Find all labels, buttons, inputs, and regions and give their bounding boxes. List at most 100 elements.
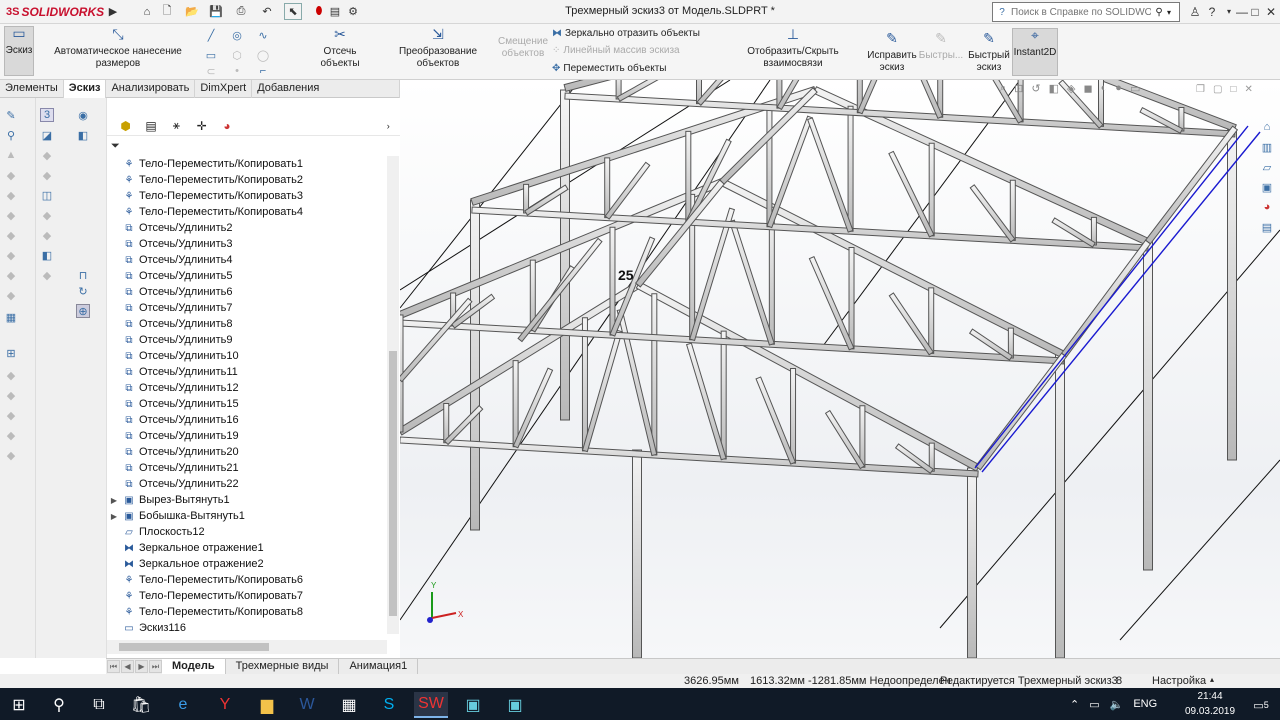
tree-item[interactable]: ⚘ Тело-Переместить/Копировать7 [107, 588, 387, 604]
tab-features[interactable]: Элементы [0, 80, 64, 98]
display-style-icon[interactable]: ◼ [1083, 82, 1092, 95]
mirror-entities-button[interactable]: ⧓ Зеркально отразить объекты [552, 28, 700, 39]
calculator-icon[interactable]: ▦ [332, 692, 366, 718]
tree-item[interactable]: ⧉ Отсечь/Удлинить2 [107, 220, 387, 236]
home-icon[interactable]: ⌂ [138, 3, 156, 20]
tree-item[interactable]: ⚘ Тело-Переместить/Копировать2 [107, 172, 387, 188]
help-search-input[interactable] [1011, 6, 1151, 18]
new-document-icon[interactable]: 🗋 [158, 3, 176, 20]
dim-tool11-icon[interactable]: ◆ [4, 408, 18, 422]
store-icon[interactable]: 🛍 [124, 692, 158, 718]
file-explorer-taskbar-icon[interactable]: ▆ [250, 692, 284, 718]
dim-tool13-icon[interactable]: ◆ [4, 448, 18, 462]
tree-item[interactable]: ⧉ Отсечь/Удлинить3 [107, 236, 387, 252]
plane-tool-icon[interactable]: ◪ [40, 128, 54, 142]
dim-tool6-icon[interactable]: ◆ [4, 248, 18, 262]
viewport-max-icon[interactable]: □ [1230, 84, 1236, 95]
tree-item[interactable]: ⧓ Зеркальное отражение2 [107, 556, 387, 572]
feature-tree-icon[interactable]: ⬢ [113, 117, 138, 135]
viewport-split-icon[interactable]: ▢ [1213, 84, 1222, 95]
view-palette-icon[interactable]: ▣ [1260, 180, 1274, 194]
configuration-manager-icon[interactable]: ⚹ [164, 117, 189, 135]
tree-item[interactable]: ⧉ Отсечь/Удлинить10 [107, 348, 387, 364]
fillet-icon[interactable]: ⌐ [256, 64, 270, 78]
dim-tool9-icon[interactable]: ◆ [4, 368, 18, 382]
dim-tool5-icon[interactable]: ◆ [4, 228, 18, 242]
notifications-icon[interactable]: ▭ 5 [1244, 692, 1278, 718]
tree-item[interactable]: ⚘ Тело-Переместить/Копировать1 [107, 156, 387, 172]
file-properties-icon[interactable]: ▤ [326, 3, 344, 20]
point-icon[interactable]: • [230, 64, 244, 78]
tree-hscroll-thumb[interactable] [119, 643, 269, 651]
tree-item[interactable]: ⚘ Тело-Переместить/Копировать8 [107, 604, 387, 620]
volume-icon[interactable]: 🔈 [1110, 698, 1124, 711]
rebuild-status-icon[interactable]: 8 [1116, 675, 1122, 687]
snap-icon[interactable]: ⊕ [76, 304, 90, 318]
ellipse-icon[interactable]: ◯ [256, 48, 270, 62]
3d-sketch-icon[interactable]: 3 [40, 108, 54, 122]
options-gear-icon[interactable]: ⚙ [344, 3, 362, 20]
tray-expand-icon[interactable]: ⌃ [1070, 698, 1079, 711]
custom-properties-icon[interactable]: ▤ [1260, 220, 1274, 234]
curve-tool-icon[interactable]: ◧ [40, 248, 54, 262]
dim-tool8-icon[interactable]: ◆ [4, 288, 18, 302]
clock[interactable]: 21:44 09.03.2019 [1180, 689, 1240, 719]
dim-tool17-icon[interactable]: ◆ [40, 228, 54, 242]
tab-evaluate[interactable]: Анализировать [106, 80, 196, 98]
tree-item[interactable]: ⧉ Отсечь/Удлинить12 [107, 380, 387, 396]
dimxpert-manager-icon[interactable]: ✛ [189, 117, 214, 135]
tree-item[interactable]: ▶ ▣ Бобышка-Вытянуть1 [107, 508, 387, 524]
search-taskbar-icon[interactable]: ⚲ [42, 692, 76, 718]
word-icon[interactable]: W [290, 692, 324, 718]
grid-tool-icon[interactable]: ⊞ [4, 346, 18, 360]
search-dropdown-icon[interactable]: ▾ [1167, 8, 1177, 17]
property-manager-icon[interactable]: ▤ [138, 117, 163, 135]
zoom-fit-icon[interactable]: ⌕ [1000, 82, 1006, 95]
select-icon[interactable]: ⬉ [284, 3, 302, 20]
task-view-icon[interactable]: ⧉ [82, 692, 116, 718]
save-icon[interactable]: 💾 [207, 3, 225, 20]
windows-start-icon[interactable]: ⊞ [2, 692, 36, 718]
show-hide-relations-button[interactable]: ⊥ Отобразить/Скрыть взаимосвязи [720, 27, 866, 70]
solidworks-resources-icon[interactable]: ⌂ [1260, 120, 1274, 134]
close-button[interactable]: ✕ [1262, 3, 1280, 20]
dim-tool7-icon[interactable]: ◆ [4, 268, 18, 282]
next-tab-icon[interactable]: ▶ [135, 660, 148, 673]
line-icon[interactable]: ╱ [204, 28, 218, 42]
trim-entities-button[interactable]: ✂ Отсечь объекты [304, 27, 376, 70]
tree-vertical-scrollbar[interactable] [387, 156, 399, 634]
prev-tab-icon[interactable]: ◀ [121, 660, 134, 673]
last-tab-icon[interactable]: ⏭ [149, 660, 162, 673]
dim-tool15-icon[interactable]: ◆ [40, 168, 54, 182]
dim-tool14-icon[interactable]: ◆ [40, 148, 54, 162]
skype-icon[interactable]: S [372, 692, 406, 718]
intersect-icon[interactable]: ⊓ [76, 268, 90, 282]
language-indicator[interactable]: ENG [1133, 698, 1157, 710]
units-dropdown-icon[interactable]: ▴ [1210, 675, 1214, 684]
rectangle-icon[interactable]: ▭ [204, 48, 218, 62]
sketch-button[interactable]: ▭ Эскиз [4, 26, 34, 76]
tree-item[interactable]: ⧉ Отсечь/Удлинить7 [107, 300, 387, 316]
auto-dimension-button[interactable]: ⤡ Автоматическое нанесение размеров [38, 27, 198, 70]
tab-animation[interactable]: Анимация1 [339, 658, 419, 675]
help-search-box[interactable]: ? ⚲ ▾ [992, 2, 1180, 22]
filter-icon[interactable]: ⏷ [111, 140, 120, 153]
tree-item[interactable]: ▶ ▣ Вырез-Вытянуть1 [107, 492, 387, 508]
dim-tool16-icon[interactable]: ◆ [40, 208, 54, 222]
tree-item[interactable]: ⧉ Отсечь/Удлинить15 [107, 396, 387, 412]
tree-vscroll-thumb[interactable] [389, 351, 397, 616]
tab-dimxpert[interactable]: DimXpert [195, 80, 253, 98]
expand-menu-icon[interactable]: ▶ [104, 3, 122, 20]
move-entities-button[interactable]: ✥ Переместить объекты [552, 63, 666, 74]
view-orientation-hud-icon[interactable]: ◈ [1067, 82, 1075, 95]
rapid-sketch-disabled-button[interactable]: ✎ Быстры... [919, 31, 963, 62]
graphics-viewport[interactable]: 25 Y X ⌕ ⊡ ↺ ◧ ◈ ◼ ◐ ● ▭ ❐ ▢ □ ✕ [400, 80, 1280, 658]
dim-tool4-icon[interactable]: ◆ [4, 208, 18, 222]
circle-icon[interactable]: ◎ [230, 28, 244, 42]
dim-tool10-icon[interactable]: ◆ [4, 388, 18, 402]
offset-entities-button[interactable]: Смещение объектов [498, 36, 548, 60]
search-icon[interactable]: ⚲ [1151, 7, 1167, 18]
sketch-tool-icon[interactable]: ✎ [4, 108, 18, 122]
slot-icon[interactable]: ⊂ [204, 64, 218, 78]
section-view-icon[interactable]: ◧ [76, 128, 90, 142]
